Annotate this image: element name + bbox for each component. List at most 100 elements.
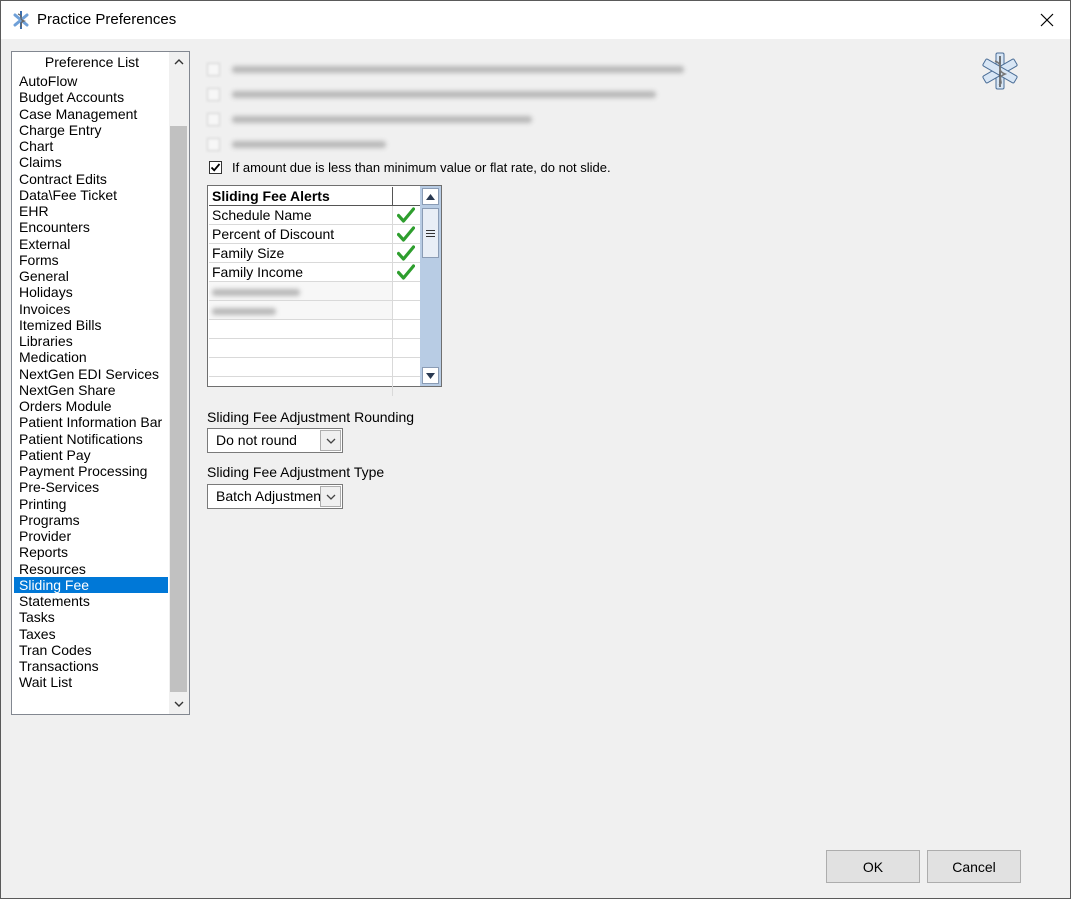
redacted-option-3[interactable] <box>207 109 532 129</box>
adjustment-type-label: Sliding Fee Adjustment Type <box>207 464 385 480</box>
preference-list-item[interactable]: Encounters <box>14 219 168 235</box>
preference-list-item[interactable]: AutoFlow <box>14 73 168 89</box>
triangle-up-icon <box>426 193 435 200</box>
alert-enabled-cell[interactable] <box>393 263 419 281</box>
alert-enabled-cell[interactable] <box>393 244 419 262</box>
table-row[interactable] <box>209 339 420 358</box>
scroll-thumb[interactable] <box>170 126 187 692</box>
rounding-value: Do not round <box>216 432 297 448</box>
preference-list-item[interactable]: Patient Pay <box>14 447 168 463</box>
table-row[interactable] <box>209 320 420 339</box>
preference-list-item[interactable]: NextGen Share <box>14 382 168 398</box>
preference-list-item[interactable]: Medication <box>14 349 168 365</box>
redacted-option-1[interactable] <box>207 59 684 79</box>
preference-list-item[interactable]: Patient Information Bar <box>14 414 168 430</box>
preference-list-item[interactable]: Reports <box>14 544 168 560</box>
rounding-dropdown[interactable]: Do not round <box>207 428 343 453</box>
table-row[interactable] <box>209 301 420 320</box>
dropdown-arrow-button[interactable] <box>320 486 341 507</box>
preference-list-item[interactable]: Programs <box>14 512 168 528</box>
preference-list-item[interactable]: Forms <box>14 252 168 268</box>
preference-list-item[interactable]: Libraries <box>14 333 168 349</box>
preference-list-item[interactable]: Invoices <box>14 301 168 317</box>
preference-list-item[interactable]: Data\Fee Ticket <box>14 187 168 203</box>
scroll-down-button[interactable] <box>422 367 439 384</box>
medical-star-logo-icon <box>982 52 1018 90</box>
preference-list-item[interactable]: Resources <box>14 561 168 577</box>
scroll-down-button[interactable] <box>169 694 189 714</box>
redacted-checkbox[interactable] <box>207 137 220 151</box>
preference-list-item[interactable]: Case Management <box>14 106 168 122</box>
alert-enabled-cell[interactable] <box>393 206 419 224</box>
preference-list-item[interactable]: Chart <box>14 138 168 154</box>
table-row[interactable] <box>209 358 420 377</box>
preference-list-item[interactable]: EHR <box>14 203 168 219</box>
alert-enabled-cell[interactable] <box>393 225 419 243</box>
preference-list-item[interactable]: Wait List <box>14 674 168 690</box>
preference-list-item[interactable]: External <box>14 236 168 252</box>
min-value-option[interactable]: If amount due is less than minimum value… <box>209 159 611 175</box>
preference-list-item[interactable]: Patient Notifications <box>14 431 168 447</box>
chevron-down-icon <box>174 701 184 707</box>
sliding-fee-alerts-grid[interactable]: Sliding Fee Alerts Schedule Name Percent … <box>207 185 442 396</box>
preference-list-item[interactable]: Holidays <box>14 284 168 300</box>
preference-list-item[interactable]: Charge Entry <box>14 122 168 138</box>
table-row[interactable]: Schedule Name <box>209 206 420 225</box>
table-row[interactable]: Family Size <box>209 244 420 263</box>
table-row[interactable] <box>209 377 420 396</box>
alerts-table: Sliding Fee Alerts Schedule Name Percent … <box>209 187 420 396</box>
preference-list-item[interactable]: Payment Processing <box>14 463 168 479</box>
preference-list-item[interactable]: Statements <box>14 593 168 609</box>
redacted-text <box>232 90 656 98</box>
green-check-icon <box>397 226 415 242</box>
preference-list[interactable]: Preference List AutoFlow Budget Accounts C… <box>11 51 190 715</box>
preference-list-item[interactable]: Printing <box>14 496 168 512</box>
checkmark-icon <box>210 162 221 172</box>
adjustment-type-value: Batch Adjustment <box>216 488 321 504</box>
preference-list-item[interactable]: NextGen EDI Services <box>14 366 168 382</box>
alert-name: Family Income <box>209 263 393 281</box>
redacted-option-4[interactable] <box>207 134 386 154</box>
preference-list-item[interactable]: Contract Edits <box>14 171 168 187</box>
preference-list-item[interactable]: Itemized Bills <box>14 317 168 333</box>
close-button[interactable] <box>1024 1 1070 39</box>
preference-list-scrollbar[interactable] <box>169 52 189 714</box>
chevron-up-icon <box>174 59 184 65</box>
cancel-button[interactable]: Cancel <box>927 850 1021 883</box>
close-icon <box>1040 13 1054 27</box>
preference-list-item[interactable]: Pre-Services <box>14 479 168 495</box>
redacted-checkbox[interactable] <box>207 87 220 101</box>
chevron-down-icon <box>326 438 335 444</box>
min-value-label: If amount due is less than minimum value… <box>232 159 611 175</box>
preference-list-item[interactable]: General <box>14 268 168 284</box>
scroll-up-button[interactable] <box>169 52 189 72</box>
preference-list-item[interactable]: Sliding Fee <box>14 576 168 593</box>
green-check-icon <box>397 207 415 223</box>
preference-list-item[interactable]: Claims <box>14 154 168 170</box>
rounding-label: Sliding Fee Adjustment Rounding <box>207 409 415 425</box>
preference-list-header: Preference List <box>44 54 140 70</box>
table-row[interactable]: Family Income <box>209 263 420 282</box>
scroll-up-button[interactable] <box>422 188 439 205</box>
alerts-rows: Schedule Name Percent of Discount Family S… <box>209 206 420 282</box>
redacted-checkbox[interactable] <box>207 112 220 126</box>
scroll-thumb[interactable] <box>422 208 439 258</box>
preference-list-item[interactable]: Tran Codes <box>14 642 168 658</box>
preference-list-item[interactable]: Budget Accounts <box>14 89 168 105</box>
preference-list-item[interactable]: Tasks <box>14 609 168 625</box>
table-row[interactable]: Percent of Discount <box>209 225 420 244</box>
chevron-down-icon <box>326 494 335 500</box>
table-row[interactable] <box>209 282 420 301</box>
ok-button[interactable]: OK <box>826 850 920 883</box>
redacted-option-2[interactable] <box>207 84 656 104</box>
preference-list-item[interactable]: Taxes <box>14 626 168 642</box>
redacted-checkbox[interactable] <box>207 62 220 76</box>
min-value-checkbox[interactable] <box>209 160 222 174</box>
preference-list-item[interactable]: Provider <box>14 528 168 544</box>
preference-list-item[interactable]: Orders Module <box>14 398 168 414</box>
preference-list-item[interactable]: Transactions <box>14 658 168 674</box>
redacted-text <box>212 289 300 296</box>
dropdown-arrow-button[interactable] <box>320 430 341 451</box>
alerts-scrollbar[interactable] <box>420 186 441 386</box>
adjustment-type-dropdown[interactable]: Batch Adjustment <box>207 484 343 509</box>
